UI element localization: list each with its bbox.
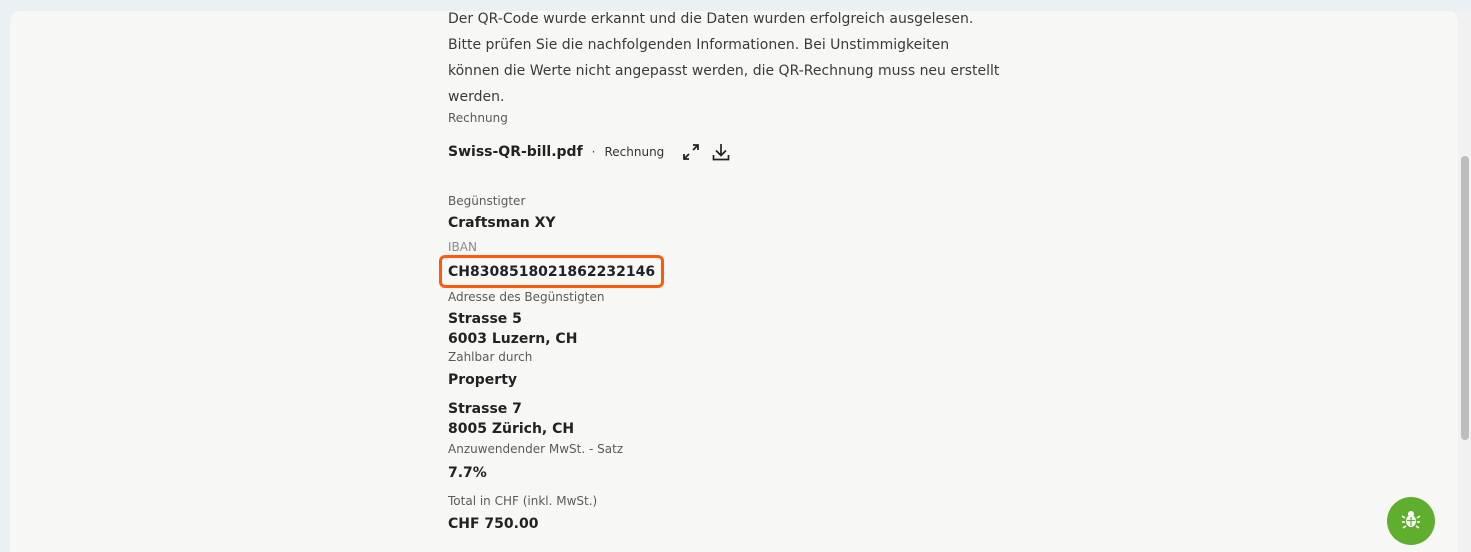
total-value: CHF 750.00 [448,516,539,532]
iban-value: CH8308518021862232146 [448,264,656,280]
qr-result-content: Der QR-Code wurde erkannt und die Daten … [439,11,1028,534]
intro-line-3: können die Werte nicht angepasst werden,… [448,63,1000,79]
beneficiary-value: Craftsman XY [448,215,556,231]
intro-line-2: Bitte prüfen Sie die nachfolgenden Infor… [448,37,950,53]
payable-by-label: Zahlbar durch [448,350,533,364]
separator-dot: · [591,145,596,159]
intro-line-4: werden. [448,89,505,105]
page-scrollbar[interactable] [1458,11,1471,552]
vat-rate-value: 7.7% [448,465,487,481]
vat-rate-label: Anzuwendender MwSt. - Satz [448,442,624,456]
payable-by-address-line-1: Strasse 7 [448,401,522,417]
bug-report-button[interactable] [1387,497,1435,545]
intro-line-1: Der QR-Code wurde erkannt und die Daten … [448,11,974,27]
payable-by-address-line-2: 8005 Zürich, CH [448,421,575,437]
scrollbar-thumb[interactable] [1461,156,1469,440]
beneficiary-address-label: Adresse des Begünstigten [448,290,605,304]
main-panel: Der QR-Code wurde erkannt und die Daten … [10,11,1458,552]
document-row: Swiss-QR-bill.pdf · Rechnung [448,138,1028,166]
iban-label: IBAN [448,240,477,254]
file-name[interactable]: Swiss-QR-bill.pdf [448,144,583,160]
file-type: Rechnung [604,145,665,159]
beneficiary-address-line-1: Strasse 5 [448,311,522,327]
payable-by-name: Property [448,372,518,388]
document-section-label: Rechnung [448,111,508,125]
beneficiary-address-line-2: 6003 Luzern, CH [448,331,578,347]
total-label: Total in CHF (inkl. MwSt.) [448,494,598,508]
expand-icon[interactable] [680,141,702,163]
intro-text: Der QR-Code wurde erkannt und die Daten … [448,11,1028,110]
iban-highlight-box: CH8308518021862232146 [439,255,665,288]
bug-icon [1401,509,1421,533]
beneficiary-label: Begünstigter [448,194,526,208]
download-icon[interactable] [710,141,732,163]
